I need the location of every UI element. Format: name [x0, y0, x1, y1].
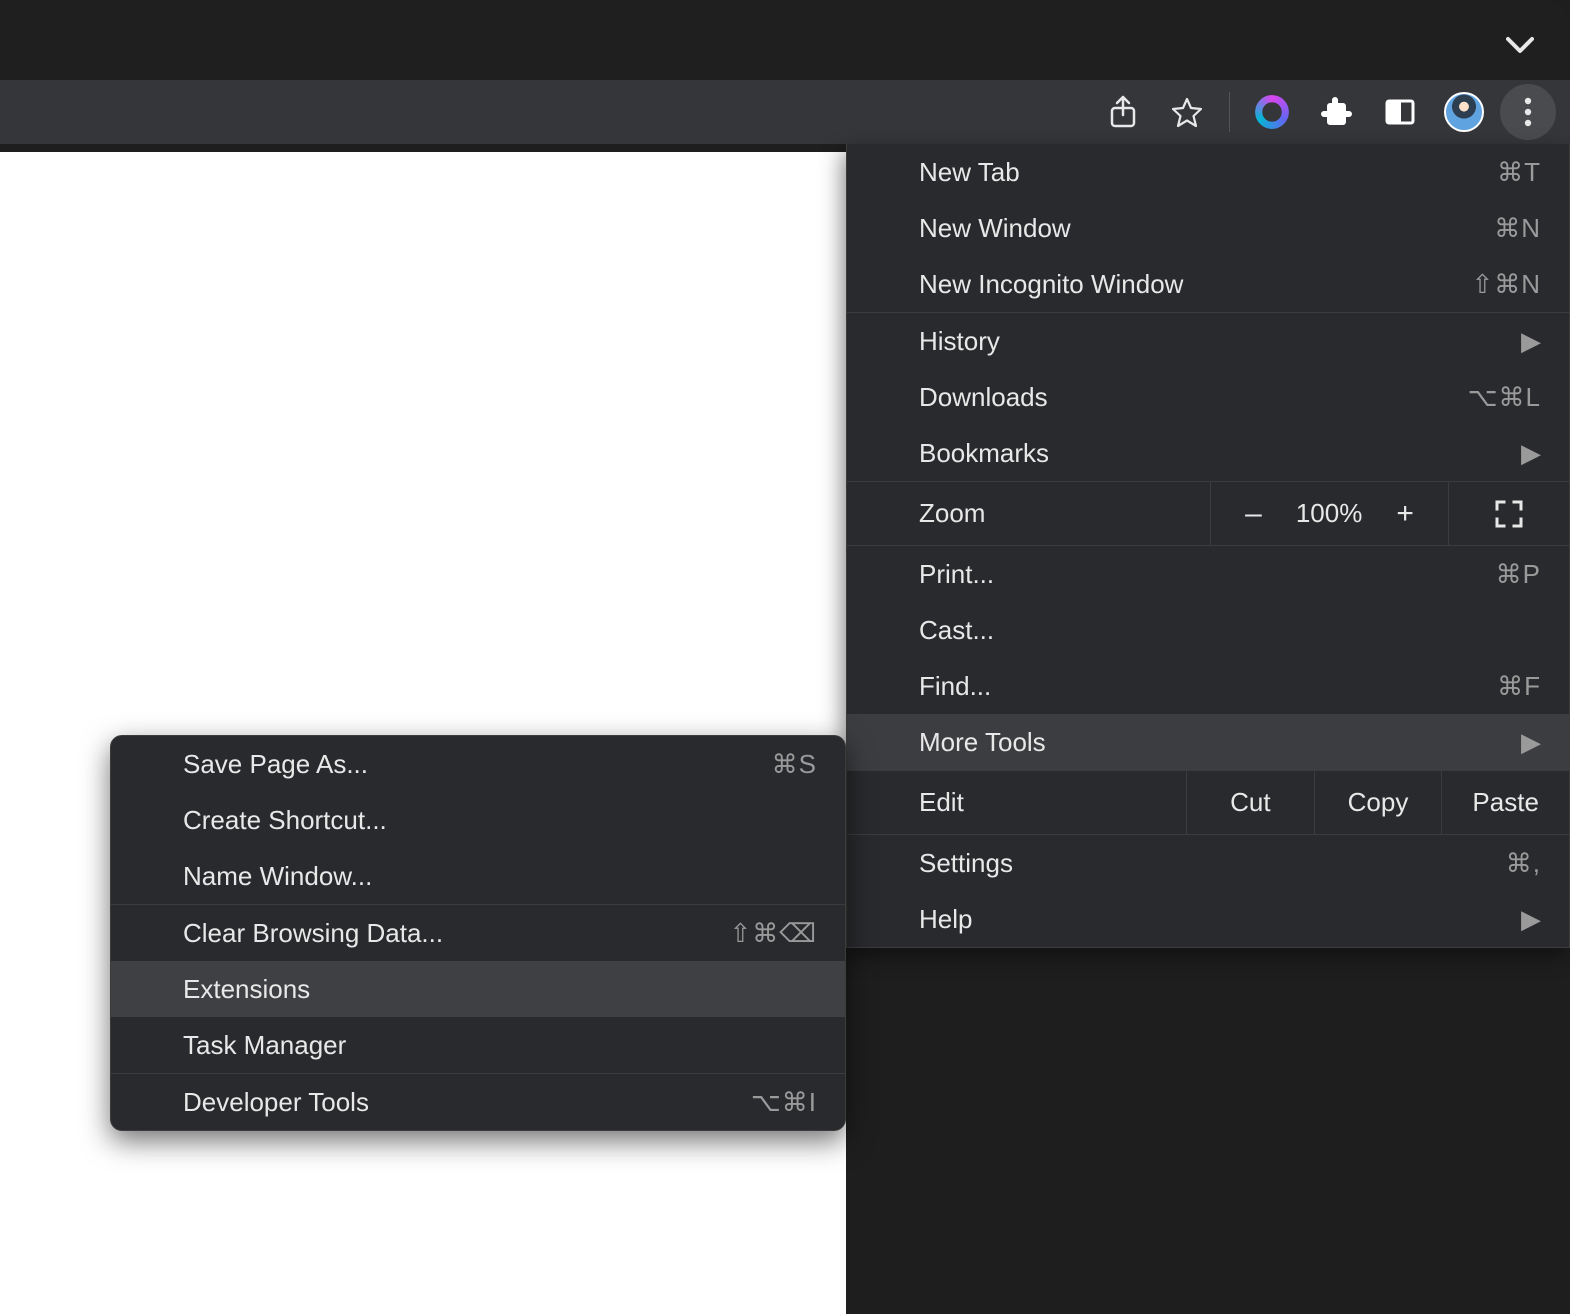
edit-cut-button[interactable]: Cut: [1187, 771, 1315, 834]
menu-item-new-tab[interactable]: New Tab ⌘T: [847, 144, 1569, 200]
window-titlebar: [0, 0, 1570, 80]
menu-item-history[interactable]: History ▶: [847, 313, 1569, 369]
menu-item-help[interactable]: Help ▶: [847, 891, 1569, 947]
menu-shortcut: ⌘P: [1496, 559, 1541, 590]
zoom-in-button[interactable]: +: [1396, 497, 1414, 531]
chrome-main-menu: New Tab ⌘T New Window ⌘N New Incognito W…: [846, 144, 1570, 948]
submenu-item-name-window[interactable]: Name Window...: [111, 848, 845, 904]
zoom-label: Zoom: [847, 482, 1211, 545]
menu-label: Clear Browsing Data...: [183, 918, 443, 949]
chevron-down-icon[interactable]: [1506, 36, 1534, 54]
zoom-value: 100%: [1296, 498, 1363, 529]
menu-label: History: [919, 326, 1000, 357]
menu-label: Extensions: [183, 974, 310, 1005]
submenu-arrow-icon: ▶: [1521, 438, 1541, 469]
browser-toolbar: [0, 80, 1570, 144]
menu-label: Print...: [919, 559, 994, 590]
menu-label: New Incognito Window: [919, 269, 1183, 300]
menu-item-new-incognito[interactable]: New Incognito Window ⇧⌘N: [847, 256, 1569, 312]
menu-label: Find...: [919, 671, 991, 702]
extensions-icon[interactable]: [1304, 80, 1368, 144]
menu-item-find[interactable]: Find... ⌘F: [847, 658, 1569, 714]
menu-shortcut: ⌥⌘L: [1468, 382, 1541, 413]
submenu-item-create-shortcut[interactable]: Create Shortcut...: [111, 792, 845, 848]
menu-shortcut: ⌘,: [1506, 848, 1541, 879]
menu-label: Help: [919, 904, 972, 935]
menu-shortcut: ⌥⌘I: [751, 1087, 817, 1118]
fullscreen-button[interactable]: [1449, 482, 1569, 545]
menu-shortcut: ⌘S: [772, 749, 817, 780]
menu-shortcut: ⌘N: [1494, 213, 1541, 244]
menu-item-new-window[interactable]: New Window ⌘N: [847, 200, 1569, 256]
menu-label: Name Window...: [183, 861, 372, 892]
more-tools-submenu: Save Page As... ⌘S Create Shortcut... Na…: [110, 735, 846, 1131]
share-icon[interactable]: [1091, 80, 1155, 144]
submenu-item-save-page[interactable]: Save Page As... ⌘S: [111, 736, 845, 792]
profile-avatar[interactable]: [1432, 80, 1496, 144]
submenu-arrow-icon: ▶: [1521, 326, 1541, 357]
submenu-item-task-manager[interactable]: Task Manager: [111, 1017, 845, 1073]
blank-page: [0, 152, 846, 1314]
zoom-out-button[interactable]: –: [1245, 497, 1262, 531]
menu-label: Task Manager: [183, 1030, 346, 1061]
menu-label: Bookmarks: [919, 438, 1049, 469]
menu-label: New Window: [919, 213, 1071, 244]
submenu-item-clear-browsing-data[interactable]: Clear Browsing Data... ⇧⌘⌫: [111, 905, 845, 961]
menu-item-cast[interactable]: Cast...: [847, 602, 1569, 658]
menu-item-bookmarks[interactable]: Bookmarks ▶: [847, 425, 1569, 481]
menu-label: More Tools: [919, 727, 1046, 758]
edit-paste-button[interactable]: Paste: [1442, 771, 1569, 834]
chrome-menu-button[interactable]: [1500, 84, 1556, 140]
side-panel-icon[interactable]: [1368, 80, 1432, 144]
submenu-arrow-icon: ▶: [1521, 727, 1541, 758]
menu-item-more-tools[interactable]: More Tools ▶: [847, 714, 1569, 770]
submenu-arrow-icon: ▶: [1521, 904, 1541, 935]
toolbar-separator: [1229, 92, 1230, 132]
menu-label: Developer Tools: [183, 1087, 369, 1118]
menu-shortcut: ⇧⌘⌫: [729, 918, 817, 949]
menu-item-print[interactable]: Print... ⌘P: [847, 546, 1569, 602]
menu-label: Create Shortcut...: [183, 805, 387, 836]
menu-shortcut: ⇧⌘N: [1471, 269, 1541, 300]
edit-label: Edit: [847, 771, 1187, 834]
star-icon[interactable]: [1155, 80, 1219, 144]
menu-item-edit: Edit Cut Copy Paste: [847, 771, 1569, 835]
submenu-item-extensions[interactable]: Extensions: [111, 961, 845, 1017]
menu-item-zoom: Zoom – 100% +: [847, 482, 1569, 546]
submenu-item-developer-tools[interactable]: Developer Tools ⌥⌘I: [111, 1074, 845, 1130]
menu-label: New Tab: [919, 157, 1020, 188]
menu-label: Downloads: [919, 382, 1048, 413]
menu-label: Settings: [919, 848, 1013, 879]
menu-shortcut: ⌘F: [1497, 671, 1541, 702]
menu-label: Save Page As...: [183, 749, 368, 780]
tab-bar: [0, 0, 1570, 80]
edit-copy-button[interactable]: Copy: [1315, 771, 1443, 834]
menu-label: Cast...: [919, 615, 994, 646]
openai-extension-icon[interactable]: [1240, 80, 1304, 144]
menu-item-downloads[interactable]: Downloads ⌥⌘L: [847, 369, 1569, 425]
menu-item-settings[interactable]: Settings ⌘,: [847, 835, 1569, 891]
menu-shortcut: ⌘T: [1497, 157, 1541, 188]
